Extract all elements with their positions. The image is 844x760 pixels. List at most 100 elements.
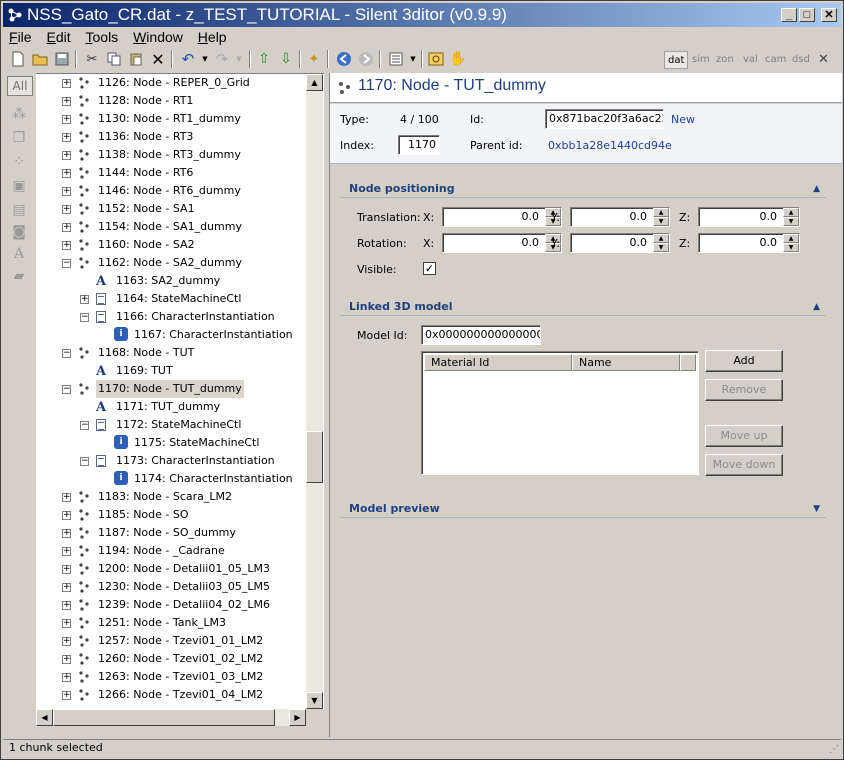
tree-horizontal-scrollbar[interactable]: ◀ ▶ [36, 709, 306, 726]
expand-icon[interactable]: + [62, 511, 71, 520]
tree-row[interactable]: i 1174: CharacterInstantiation [36, 470, 306, 488]
scroll-thumb[interactable] [306, 431, 323, 483]
model-id-field[interactable]: 0x0000000000000000 [421, 325, 541, 345]
tree-row[interactable]: +1230: Node - Detalii03_05_LM5 [36, 578, 306, 596]
tree-row[interactable]: i 1167: CharacterInstantiation [36, 326, 306, 344]
tree-row[interactable]: A 1171: TUT_dummy [36, 398, 306, 416]
collapse-icon[interactable]: − [80, 313, 89, 322]
hand-tool-icon[interactable]: ✋ [449, 50, 467, 68]
tree-row[interactable]: +1160: Node - SA2 [36, 236, 306, 254]
tree-row[interactable]: +1239: Node - Detalii04_02_LM6 [36, 596, 306, 614]
tree-row[interactable]: +1126: Node - REPER_0_Grid [36, 74, 306, 92]
node-positioning-header[interactable]: Node positioning ▲ [340, 180, 826, 198]
tree-row[interactable]: − 1162: Node - SA2_dummy [36, 254, 306, 272]
tree-row[interactable]: +1266: Node - Tzevi01_04_LM2 [36, 686, 306, 704]
tree-row[interactable]: +1260: Node - Tzevi01_02_LM2 [36, 650, 306, 668]
expand-icon[interactable]: + [62, 241, 71, 250]
collapse-icon[interactable]: − [62, 385, 71, 394]
tree-row[interactable]: +1152: Node - SA1 [36, 200, 306, 218]
tree-row[interactable]: − 1173: CharacterInstantiation [36, 452, 306, 470]
expand-icon[interactable]: + [62, 619, 71, 628]
paste-icon[interactable] [127, 50, 145, 68]
expand-icon[interactable]: + [62, 655, 71, 664]
tree-vertical-scrollbar[interactable]: ▲ ▼ [306, 74, 323, 709]
redo-icon[interactable]: ↷ [213, 50, 231, 68]
id-field[interactable]: 0x871bac20f3a6ac22 [545, 109, 664, 129]
tree-row[interactable]: +1164: StateMachineCtl [36, 290, 306, 308]
new-chunk-icon[interactable]: ✦ [305, 50, 323, 68]
menu-tools[interactable]: Tools [80, 27, 124, 46]
open-folder-icon[interactable] [31, 50, 49, 68]
tree-row[interactable]: − 1170: Node - TUT_dummy [36, 380, 306, 398]
filter-info-icon[interactable]: ◙ [9, 223, 29, 241]
tree-row[interactable]: +1185: Node - SO [36, 506, 306, 524]
filter-node-icon[interactable]: ⁂ [9, 105, 29, 123]
scroll-down-icon[interactable]: ▼ [306, 692, 323, 709]
expand-icon[interactable]: + [62, 547, 71, 556]
expand-icon[interactable]: + [62, 223, 71, 232]
filter-shape-icon[interactable]: ▰ [9, 267, 29, 285]
tree-row[interactable]: +1200: Node - Detalii01_05_LM3 [36, 560, 306, 578]
undo-icon[interactable]: ↶ [179, 50, 197, 68]
back-icon[interactable] [335, 50, 353, 68]
expand-icon[interactable]: + [62, 583, 71, 592]
extra-column[interactable] [680, 354, 696, 371]
index-field[interactable]: 1170 [398, 135, 440, 155]
rotation-x-input[interactable]: 0.0 ▲ ▼ [442, 233, 562, 253]
move-down-icon[interactable]: ⇩ [277, 50, 295, 68]
material-list[interactable]: Material Id Name [421, 351, 699, 475]
menu-window[interactable]: Window [127, 27, 188, 46]
new-id-link[interactable]: New [671, 113, 695, 126]
tree-row[interactable]: +1154: Node - SA1_dummy [36, 218, 306, 236]
tree-row[interactable]: A 1163: SA2_dummy [36, 272, 306, 290]
tab-sim[interactable]: sim [689, 51, 713, 69]
expand-icon[interactable]: + [62, 79, 71, 88]
redo-dropdown-icon[interactable]: ▼ [230, 50, 248, 68]
expand-icon[interactable]: + [62, 151, 71, 160]
tree-row[interactable]: A 1169: TUT [36, 362, 306, 380]
expand-icon[interactable]: + [62, 97, 71, 106]
scroll-left-icon[interactable]: ◀ [36, 709, 53, 726]
tree-row[interactable]: − 1172: StateMachineCtl [36, 416, 306, 434]
translation-x-input[interactable]: 0.0 ▲ ▼ [442, 207, 562, 227]
model-preview-header[interactable]: Model preview ▼ [340, 500, 826, 518]
add-button[interactable]: Add [705, 350, 783, 372]
translation-y-input[interactable]: 0.0 ▲ ▼ [570, 207, 670, 227]
collapse-arrow-icon[interactable]: ▲ [813, 180, 820, 198]
expand-icon[interactable]: + [62, 637, 71, 646]
tree-row[interactable]: +1146: Node - RT6_dummy [36, 182, 306, 200]
move-up-icon[interactable]: ⇧ [255, 50, 273, 68]
tree-row[interactable]: +1138: Node - RT3_dummy [36, 146, 306, 164]
rotation-y-input[interactable]: 0.0 ▲ ▼ [570, 233, 670, 253]
copy-icon[interactable] [105, 50, 123, 68]
filter-image-icon[interactable]: ▣ [9, 177, 29, 195]
resize-grip-icon[interactable]: ⋰ [829, 742, 839, 758]
tab-val[interactable]: val [740, 51, 761, 69]
chunk-tree[interactable]: +1126: Node - REPER_0_Grid +1128: Node - … [36, 73, 324, 709]
expand-icon[interactable]: + [62, 205, 71, 214]
filter-cube-icon[interactable]: ❒ [9, 129, 29, 147]
tree-row[interactable]: +1263: Node - Tzevi01_03_LM2 [36, 668, 306, 686]
rotation-z-input[interactable]: 0.0 ▲ ▼ [698, 233, 800, 253]
tree-row[interactable]: +1144: Node - RT6 [36, 164, 306, 182]
expand-icon[interactable]: + [62, 187, 71, 196]
collapse-icon[interactable]: − [80, 421, 89, 430]
filter-all-button[interactable]: All [7, 76, 33, 96]
tree-row[interactable]: +1128: Node - RT1 [36, 92, 306, 110]
maximize-button[interactable]: □ [799, 8, 815, 22]
hscroll-thumb[interactable] [53, 709, 275, 726]
list-view-icon[interactable] [387, 50, 405, 68]
menu-file[interactable]: File [3, 27, 37, 46]
move-down-button[interactable]: Move down [705, 454, 783, 476]
expand-icon[interactable]: + [62, 493, 71, 502]
tab-zon[interactable]: zon [713, 51, 737, 69]
minimize-button[interactable]: _ [781, 8, 797, 22]
delete-icon[interactable]: ✕ [149, 50, 167, 69]
visible-checkbox[interactable]: ✓ [423, 262, 436, 275]
expand-arrow-icon[interactable]: ▼ [813, 500, 820, 518]
material-id-column[interactable]: Material Id [424, 354, 572, 371]
tree-row[interactable]: − 1168: Node - TUT [36, 344, 306, 362]
new-file-icon[interactable] [9, 50, 27, 68]
tab-dsd[interactable]: dsd [789, 51, 813, 69]
undo-dropdown-icon[interactable]: ▼ [196, 50, 214, 68]
